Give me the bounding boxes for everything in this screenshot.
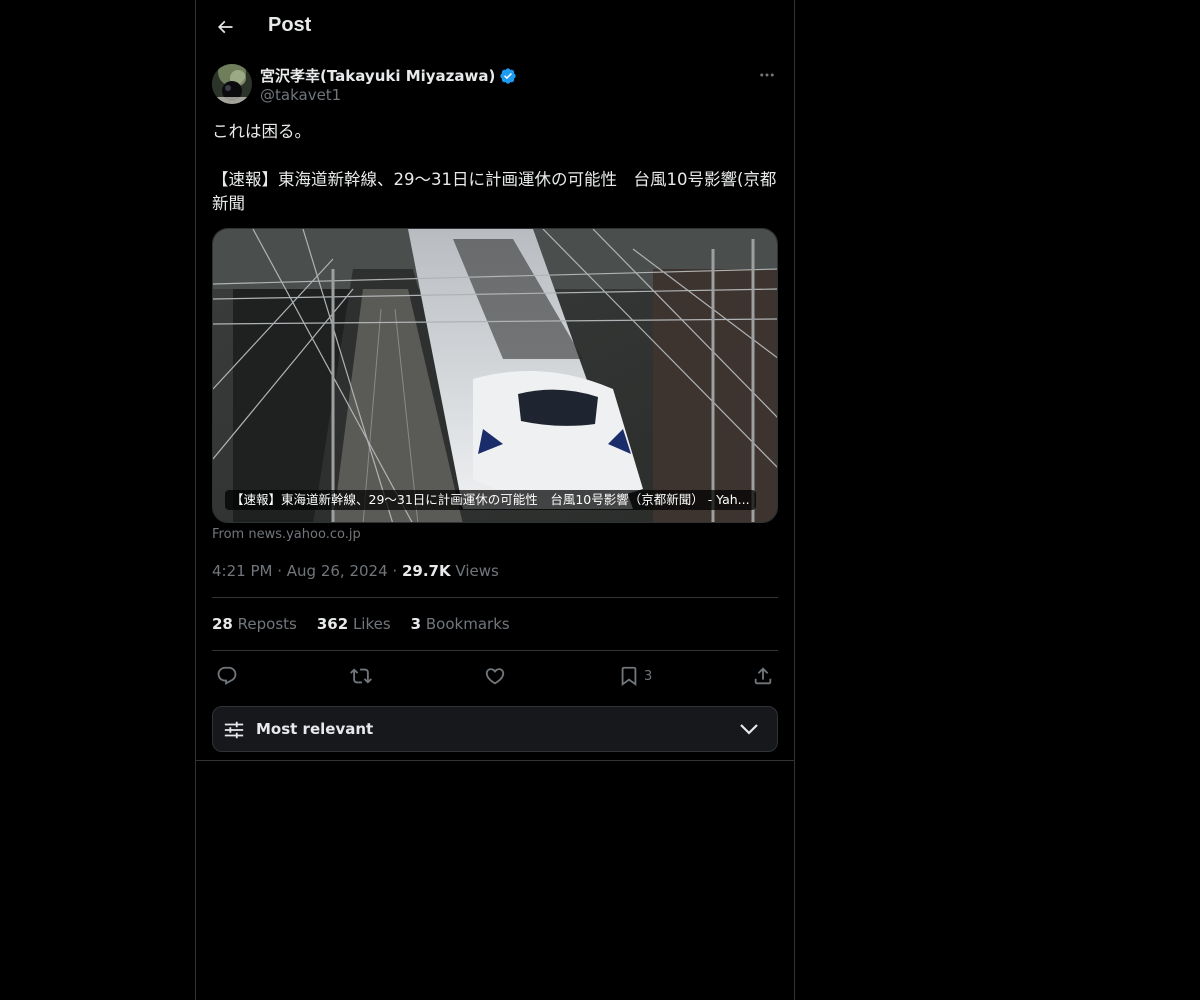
- reposts-label: Reposts: [237, 615, 297, 633]
- bookmarks-count: 3: [410, 615, 422, 633]
- reposts-stat[interactable]: 28 Reposts: [212, 615, 297, 633]
- author-name[interactable]: 宮沢孝幸(Takayuki Miyazawa): [260, 65, 517, 86]
- post-meta: 4:21 PM · Aug 26, 2024 · 29.7K Views: [212, 562, 499, 580]
- post-header: Post: [196, 0, 794, 54]
- avatar-image: [212, 64, 252, 104]
- post-time[interactable]: 4:21 PM: [212, 562, 272, 580]
- avatar[interactable]: [212, 64, 252, 104]
- reposts-count: 28: [212, 615, 233, 633]
- page-title: Post: [268, 14, 312, 36]
- timeline-column: Post 宮沢孝幸(Takayuki Miyazawa) @takavet1 こ…: [195, 0, 795, 1000]
- back-button[interactable]: [208, 10, 242, 44]
- more-dots-icon: [760, 73, 774, 77]
- likes-count: 362: [316, 615, 349, 633]
- author-name-text: 宮沢孝幸(Takayuki Miyazawa): [260, 67, 496, 85]
- meta-separator: ·: [277, 562, 287, 580]
- post-date[interactable]: Aug 26, 2024: [287, 562, 388, 580]
- meta-separator: ·: [392, 562, 402, 580]
- engagement-stats: 28 Reposts 362 Likes 3 Bookmarks: [212, 615, 510, 633]
- heart-icon: [485, 668, 505, 685]
- bookmark-action-count: 3: [644, 668, 653, 684]
- views-count: 29.7K: [401, 562, 451, 580]
- arrow-left-icon: [217, 20, 233, 34]
- chevron-down-icon: [740, 724, 758, 735]
- likes-stat[interactable]: 362 Likes: [317, 615, 391, 633]
- more-options-button[interactable]: [756, 66, 778, 84]
- repost-button[interactable]: [350, 664, 372, 688]
- section-divider: [196, 760, 794, 761]
- sort-label: Most relevant: [256, 720, 374, 738]
- bookmarks-stat[interactable]: 3 Bookmarks: [411, 615, 510, 633]
- bookmark-button[interactable]: 3: [618, 664, 652, 688]
- post-text: これは困る。 【速報】東海道新幹線、29〜31日に計画運休の可能性 台風10号影…: [212, 122, 777, 213]
- divider: [212, 597, 778, 598]
- link-card[interactable]: 【速報】東海道新幹線、29〜31日に計画運休の可能性 台風10号影響（京都新聞）…: [212, 228, 778, 523]
- share-icon: [754, 667, 772, 685]
- verified-badge-icon: [500, 67, 517, 84]
- sliders-icon: [224, 721, 244, 739]
- views-label: Views: [455, 562, 499, 580]
- card-caption: 【速報】東海道新幹線、29〜31日に計画運休の可能性 台風10号影響（京都新聞）…: [225, 490, 756, 510]
- card-source[interactable]: From news.yahoo.co.jp: [212, 527, 361, 542]
- likes-label: Likes: [352, 615, 391, 633]
- repost-icon: [350, 668, 372, 684]
- author-handle[interactable]: @takavet1: [260, 86, 341, 104]
- reply-icon: [217, 666, 237, 685]
- divider: [212, 650, 778, 651]
- like-button[interactable]: [484, 664, 506, 688]
- card-image: [213, 229, 777, 522]
- reply-button[interactable]: [216, 664, 238, 688]
- reply-sort-dropdown[interactable]: Most relevant: [212, 706, 778, 752]
- bookmark-icon: [621, 666, 637, 687]
- action-bar: 3: [212, 664, 778, 688]
- share-button[interactable]: [752, 664, 774, 688]
- bookmarks-label: Bookmarks: [425, 615, 510, 633]
